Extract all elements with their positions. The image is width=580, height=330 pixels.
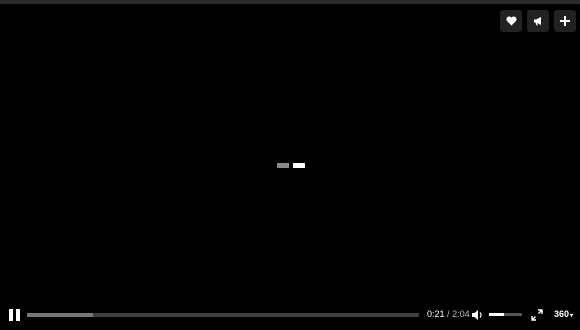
loading-spinner: [277, 163, 305, 168]
duration: 2:04: [452, 309, 470, 319]
quality-selector[interactable]: 360▾: [554, 309, 573, 319]
time-display: 0:21 / 2:04: [427, 309, 470, 319]
plus-icon: [560, 16, 570, 26]
video-player[interactable]: 0:21 / 2:04 360▾: [0, 4, 580, 330]
volume-level: [489, 313, 504, 316]
quality-label: 360: [554, 309, 570, 319]
fullscreen-icon[interactable]: [531, 309, 543, 321]
pause-icon: [15, 309, 20, 321]
loading-bar: [293, 163, 305, 168]
control-bar: 0:21 / 2:04 360▾: [0, 300, 580, 330]
megaphone-icon: [533, 17, 541, 26]
like-button[interactable]: [500, 10, 522, 32]
time-separator: /: [447, 309, 450, 319]
pause-icon: [8, 309, 13, 321]
loading-bar: [277, 163, 289, 168]
add-button[interactable]: [554, 10, 576, 32]
side-action-group: [500, 10, 576, 32]
share-button[interactable]: [527, 10, 549, 32]
volume-icon[interactable]: [471, 309, 484, 321]
heart-icon: [505, 16, 517, 26]
progress-bar[interactable]: [27, 313, 419, 317]
pause-button[interactable]: [7, 307, 21, 323]
volume-slider[interactable]: [489, 313, 522, 316]
current-time: 0:21: [427, 309, 445, 319]
progress-fill: [27, 313, 94, 317]
chevron-down-icon: ▾: [570, 313, 574, 319]
